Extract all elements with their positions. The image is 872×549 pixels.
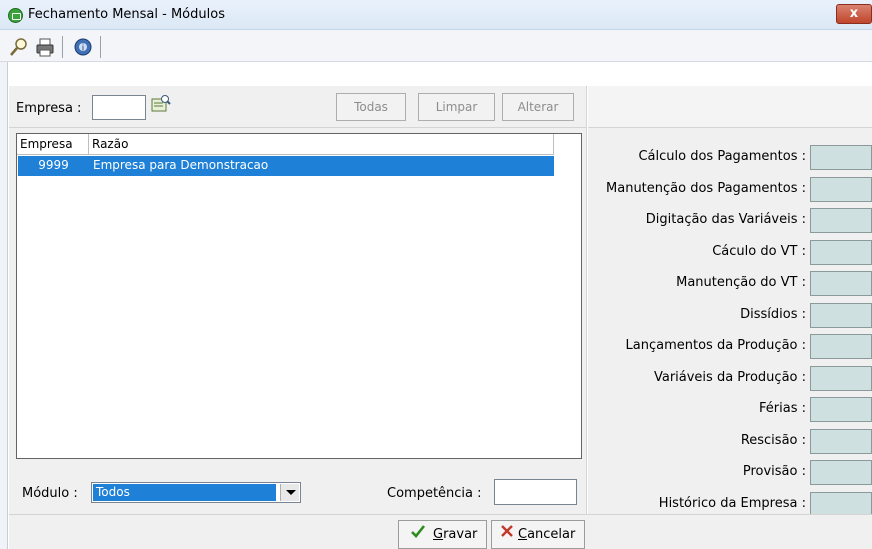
chevron-down-icon[interactable] <box>280 484 299 501</box>
module-status-field[interactable] <box>810 366 872 391</box>
module-label: Dissídios : <box>740 307 806 322</box>
gravar-accelerator: G <box>433 527 444 542</box>
module-status-field[interactable] <box>810 177 872 202</box>
svg-text:i: i <box>82 44 85 54</box>
cancelar-label: ancelar <box>527 527 576 542</box>
close-icon <box>499 522 515 549</box>
competencia-input[interactable] <box>494 479 577 505</box>
cancelar-accelerator: C <box>518 527 528 542</box>
cell-razao: Empresa para Demonstracao <box>93 158 269 172</box>
column-header-empresa[interactable]: Empresa <box>17 134 89 155</box>
empresa-label: Empresa : <box>16 101 82 116</box>
module-label: Férias : <box>759 401 806 416</box>
gravar-button[interactable]: Gravar <box>398 520 487 549</box>
module-label: Cálculo dos Pagamentos : <box>638 149 806 164</box>
grid-header: Empresa Razão <box>17 134 554 155</box>
competencia-label: Competência : <box>387 486 482 501</box>
printer-icon[interactable] <box>34 36 56 58</box>
module-status-field[interactable] <box>810 303 872 328</box>
module-status-field[interactable] <box>810 460 872 485</box>
toolbar-separator <box>62 36 63 58</box>
toolbar-separator <box>100 36 101 58</box>
window-title: Fechamento Mensal - Módulos <box>28 7 225 22</box>
module-status-field[interactable] <box>810 240 872 265</box>
alterar-button[interactable]: Alterar <box>502 93 574 121</box>
close-button[interactable]: x <box>836 4 872 24</box>
column-header-razao[interactable]: Razão <box>89 134 554 155</box>
title-bar: Fechamento Mensal - Módulos x <box>0 0 872 30</box>
lookup-icon[interactable] <box>150 94 172 114</box>
module-label: Lançamentos da Produção : <box>625 338 806 353</box>
app-icon <box>8 8 23 23</box>
module-status-field[interactable] <box>810 208 872 233</box>
module-status-field[interactable] <box>810 397 872 422</box>
todas-button[interactable]: Todas <box>336 93 406 121</box>
module-label: Variáveis da Produção : <box>653 370 806 385</box>
cell-empresa: 9999 <box>38 158 69 172</box>
module-label: Cáculo do VT : <box>712 244 806 259</box>
modulo-select[interactable]: Todos <box>91 482 301 503</box>
limpar-button[interactable]: Limpar <box>418 93 495 121</box>
search-icon[interactable] <box>8 36 30 58</box>
gravar-label: ravar <box>443 527 478 542</box>
check-icon <box>410 522 426 549</box>
module-status-field[interactable] <box>810 429 872 454</box>
module-status-field[interactable] <box>810 334 872 359</box>
modulo-label: Módulo : <box>22 486 78 501</box>
toolbar: i <box>0 30 872 62</box>
help-icon[interactable]: i <box>72 36 94 58</box>
module-status-field[interactable] <box>810 271 872 296</box>
table-row[interactable]: 9999 Empresa para Demonstracao <box>18 156 554 176</box>
module-label: Provisão : <box>742 464 806 479</box>
empresa-grid[interactable]: Empresa Razão 9999 Empresa para Demonstr… <box>16 133 582 459</box>
module-status-field[interactable] <box>810 145 872 170</box>
cancelar-button[interactable]: Cancelar <box>491 520 585 549</box>
module-label: Manutenção dos Pagamentos : <box>606 181 806 196</box>
module-label: Rescisão : <box>740 433 806 448</box>
right-top-panel <box>588 86 872 128</box>
left-frame <box>0 62 8 549</box>
module-label: Histórico da Empresa : <box>658 496 806 511</box>
module-label: Manutenção do VT : <box>676 275 806 290</box>
modulo-select-value: Todos <box>92 483 277 502</box>
empresa-input[interactable] <box>92 95 146 120</box>
module-label: Digitação das Variáveis : <box>645 212 806 227</box>
